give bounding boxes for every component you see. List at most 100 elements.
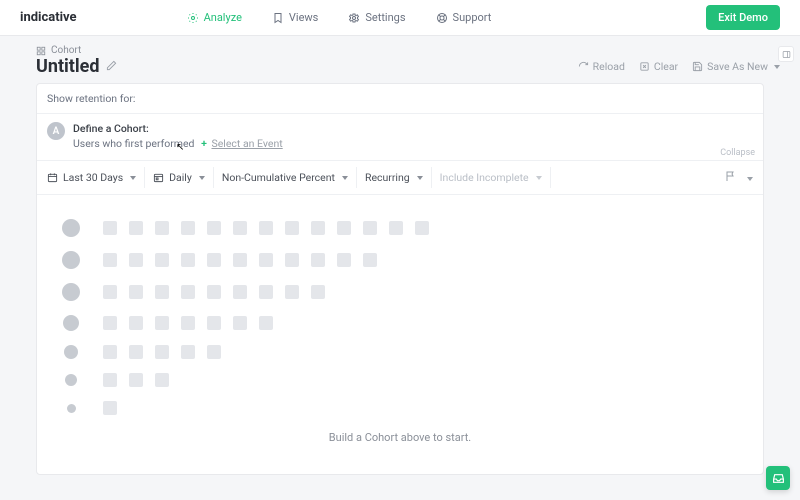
- breadcrumb-label: Cohort: [51, 45, 81, 56]
- analyze-icon: [187, 12, 199, 24]
- cohort-dot: [62, 219, 80, 237]
- main-panel: Show retention for: A Define a Cohort: U…: [36, 83, 764, 475]
- retention-cell: [155, 253, 169, 267]
- retention-cell: [207, 285, 221, 299]
- retention-cell: [311, 253, 325, 267]
- recurring-filter[interactable]: Recurring: [357, 167, 432, 188]
- retention-cell: [363, 253, 377, 267]
- retention-cell: [155, 316, 169, 330]
- logo: indicative: [20, 10, 77, 25]
- flag-button[interactable]: [725, 170, 737, 185]
- retention-cell: [103, 373, 117, 387]
- grid-icon: [36, 46, 46, 56]
- exit-demo-button[interactable]: Exit Demo: [706, 5, 780, 30]
- topbar: indicative Analyze Views Settings Suppor…: [0, 0, 800, 36]
- granularity-label: Daily: [169, 171, 192, 184]
- nav-settings-label: Settings: [365, 11, 405, 24]
- granularity-filter[interactable]: Daily: [145, 167, 214, 188]
- clear-label: Clear: [654, 60, 678, 73]
- cohort-dot: [65, 374, 77, 386]
- show-retention-row: Show retention for:: [37, 84, 763, 114]
- retention-cell: [233, 253, 247, 267]
- chart-skeleton-row: [51, 401, 749, 415]
- side-panel-toggle[interactable]: [778, 46, 794, 62]
- retention-cell: [181, 316, 195, 330]
- nav-analyze-label: Analyze: [204, 11, 242, 24]
- save-as-new-label: Save As New: [707, 60, 768, 73]
- retention-cell: [103, 221, 117, 235]
- chevron-down-icon: [199, 176, 205, 180]
- cohort-dot: [67, 404, 76, 413]
- date-range-label: Last 30 Days: [63, 171, 123, 184]
- reload-button[interactable]: Reload: [578, 60, 625, 73]
- bookmark-icon: [272, 12, 284, 24]
- nav-views-label: Views: [289, 11, 318, 24]
- collapse-button[interactable]: Collapse: [720, 148, 755, 158]
- plus-icon: +: [201, 137, 207, 150]
- retention-cell: [155, 373, 169, 387]
- clear-button[interactable]: Clear: [639, 60, 678, 73]
- cohort-dot: [62, 283, 80, 301]
- retention-cell: [415, 221, 429, 235]
- retention-cell: [285, 285, 299, 299]
- retention-cell: [129, 316, 143, 330]
- date-range-filter[interactable]: Last 30 Days: [47, 167, 145, 188]
- retention-cell: [129, 345, 143, 359]
- panel-icon: [782, 50, 791, 59]
- chevron-down-icon: [417, 176, 423, 180]
- retention-cell: [259, 316, 273, 330]
- retention-cell: [311, 221, 325, 235]
- chevron-down-icon: [536, 176, 542, 180]
- retention-cell: [181, 285, 195, 299]
- retention-cell: [363, 221, 377, 235]
- more-button[interactable]: [745, 171, 753, 184]
- nav-settings[interactable]: Settings: [348, 11, 405, 24]
- chart-skeleton-row: [51, 373, 749, 387]
- retention-cell: [103, 253, 117, 267]
- nav-support-label: Support: [453, 11, 492, 24]
- retention-cell: [337, 221, 351, 235]
- retention-cell: [285, 253, 299, 267]
- logo-text: indicative: [20, 10, 77, 25]
- retention-cell: [103, 345, 117, 359]
- retention-cell: [389, 221, 403, 235]
- show-retention-label: Show retention for:: [47, 92, 135, 105]
- include-incomplete-filter[interactable]: Include Incomplete: [432, 167, 551, 188]
- chevron-down-icon: [747, 177, 753, 181]
- filter-row: Last 30 Days Daily Non-Cumulative Percen…: [37, 161, 763, 195]
- page-title: Untitled: [36, 56, 100, 77]
- title-actions: Reload Clear Save As New: [578, 60, 780, 73]
- nav-support[interactable]: Support: [436, 11, 492, 24]
- retention-cell: [233, 316, 247, 330]
- title-row: Untitled Reload Clear Save As New: [0, 56, 800, 83]
- chevron-down-icon: [130, 176, 136, 180]
- metric-filter[interactable]: Non-Cumulative Percent: [214, 167, 357, 188]
- breadcrumb: Cohort: [0, 36, 800, 56]
- save-icon: [692, 61, 703, 72]
- retention-cell: [103, 285, 117, 299]
- edit-title-button[interactable]: [106, 60, 117, 74]
- nav-analyze[interactable]: Analyze: [187, 11, 242, 24]
- calendar-icon: [47, 172, 58, 183]
- inbox-icon: [772, 472, 785, 485]
- pencil-icon: [106, 60, 117, 71]
- users-performed-label: Users who first performed: [73, 137, 194, 150]
- chart-skeleton-row: [51, 283, 749, 301]
- retention-cell: [207, 316, 221, 330]
- retention-cell: [259, 221, 273, 235]
- right-filter-controls: [725, 170, 753, 185]
- main-nav: Analyze Views Settings Support: [187, 11, 492, 24]
- retention-cell: [181, 345, 195, 359]
- save-as-new-button[interactable]: Save As New: [692, 60, 780, 73]
- cohort-dot: [62, 251, 80, 269]
- chevron-down-icon: [342, 176, 348, 180]
- help-fab[interactable]: [766, 466, 790, 490]
- chart-skeleton-row: [51, 345, 749, 359]
- cohort-row: A Define a Cohort: Users who first perfo…: [37, 114, 763, 161]
- nav-views[interactable]: Views: [272, 11, 318, 24]
- select-event-link[interactable]: Select an Event: [211, 137, 282, 150]
- clear-icon: [639, 61, 650, 72]
- retention-cell: [233, 221, 247, 235]
- retention-cell: [181, 253, 195, 267]
- metric-label: Non-Cumulative Percent: [222, 171, 335, 184]
